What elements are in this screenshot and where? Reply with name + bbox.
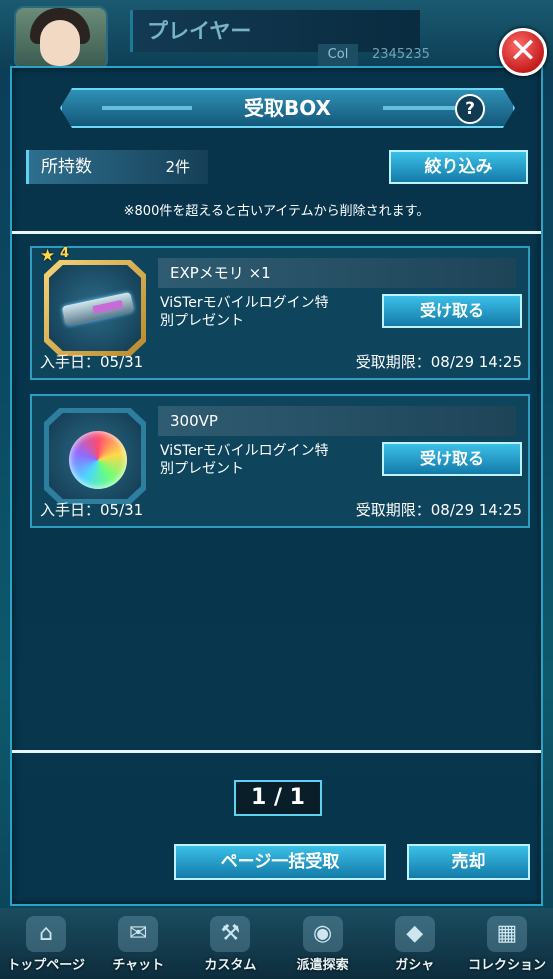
- tab-label: チャット: [112, 958, 165, 973]
- count-label: 所持数: [41, 157, 92, 177]
- chat-icon: ✉: [118, 916, 159, 952]
- modal-title: 受取BOX: [244, 96, 331, 120]
- tab-explore[interactable]: ◉ 派遣探索: [277, 908, 369, 979]
- item-thumbnail[interactable]: [44, 260, 146, 356]
- list-item: 300VP ViSTerモバイルログイン特 別プレゼント 受け取る 入手日：05…: [30, 394, 530, 528]
- item-count-box: 所持数 2件: [26, 150, 208, 184]
- tab-top-page[interactable]: ⌂ トップページ: [0, 908, 92, 979]
- sell-button[interactable]: 売却: [407, 844, 530, 880]
- receive-deadline: 受取期限：08/29 14:25: [355, 501, 522, 519]
- home-icon: ⌂: [26, 916, 67, 952]
- avatar-face: [40, 20, 80, 66]
- tab-custom[interactable]: ⚒ カスタム: [184, 908, 276, 979]
- receive-box-modal: 受取BOX ? 所持数 2件 絞り込み ※800件を超えると古いアイテムから削除…: [10, 66, 543, 906]
- col-label: Col: [318, 44, 358, 66]
- bottom-tab-bar: ⌂ トップページ ✉ チャット ⚒ カスタム ◉ 派遣探索 ◆ ガシャ ▦ コレ…: [0, 908, 553, 979]
- acquired-date: 入手日：05/31: [40, 501, 144, 519]
- item-thumbnail[interactable]: [44, 408, 146, 504]
- tab-label: トップページ: [7, 958, 85, 973]
- close-button[interactable]: ✕: [499, 28, 547, 76]
- tab-chat[interactable]: ✉ チャット: [92, 908, 184, 979]
- thumbnail-inner: [49, 265, 141, 351]
- item-name: 300VP: [158, 406, 516, 436]
- gacha-icon: ◆: [394, 916, 435, 952]
- vp-orb-icon: [69, 431, 127, 489]
- tab-collection[interactable]: ▦ コレクション: [461, 908, 553, 979]
- receive-deadline: 受取期限：08/29 14:25: [355, 353, 522, 371]
- divider-top: [12, 231, 541, 234]
- count-value: 2件: [165, 158, 190, 176]
- explore-icon: ◉: [302, 916, 343, 952]
- exp-memory-icon: [61, 291, 135, 327]
- rarity-value: 4: [60, 246, 70, 261]
- col-value: 2345235: [372, 47, 430, 62]
- deletion-notice: ※800件を超えると古いアイテムから削除されます。: [123, 204, 430, 219]
- thumbnail-inner: [49, 413, 141, 499]
- bulk-receive-button[interactable]: ページ一括受取: [174, 844, 386, 880]
- avatar[interactable]: [14, 6, 108, 70]
- custom-icon: ⚒: [210, 916, 251, 952]
- receive-button[interactable]: 受け取る: [382, 294, 522, 328]
- filter-button[interactable]: 絞り込み: [389, 150, 528, 184]
- item-description-line: 別プレゼント: [160, 461, 244, 477]
- tab-label: コレクション: [467, 958, 546, 973]
- receive-button[interactable]: 受け取る: [382, 442, 522, 476]
- tab-label: ガシャ: [395, 958, 435, 973]
- item-name: EXPメモリ ×1: [158, 258, 516, 288]
- acquired-date: 入手日：05/31: [40, 353, 144, 371]
- item-description-line: 別プレゼント: [160, 313, 244, 329]
- tab-gacha[interactable]: ◆ ガシャ: [369, 908, 461, 979]
- modal-title-bar: 受取BOX: [60, 88, 515, 128]
- list-item: ★ 4 EXPメモリ ×1 ViSTerモバイルログイン特 別プレゼント 受け取…: [30, 246, 530, 380]
- tab-label: 派遣探索: [296, 958, 349, 973]
- collection-icon: ▦: [486, 916, 527, 952]
- star-icon: ★: [40, 246, 56, 266]
- tab-label: カスタム: [204, 958, 257, 973]
- item-description-line: ViSTerモバイルログイン特: [160, 295, 329, 311]
- item-description-line: ViSTerモバイルログイン特: [160, 443, 329, 459]
- page-indicator: 1 / 1: [234, 780, 322, 816]
- divider-bottom: [12, 750, 541, 753]
- item-description: ViSTerモバイルログイン特 別プレゼント: [160, 442, 375, 478]
- help-button[interactable]: ?: [455, 94, 485, 124]
- item-description: ViSTerモバイルログイン特 別プレゼント: [160, 294, 375, 330]
